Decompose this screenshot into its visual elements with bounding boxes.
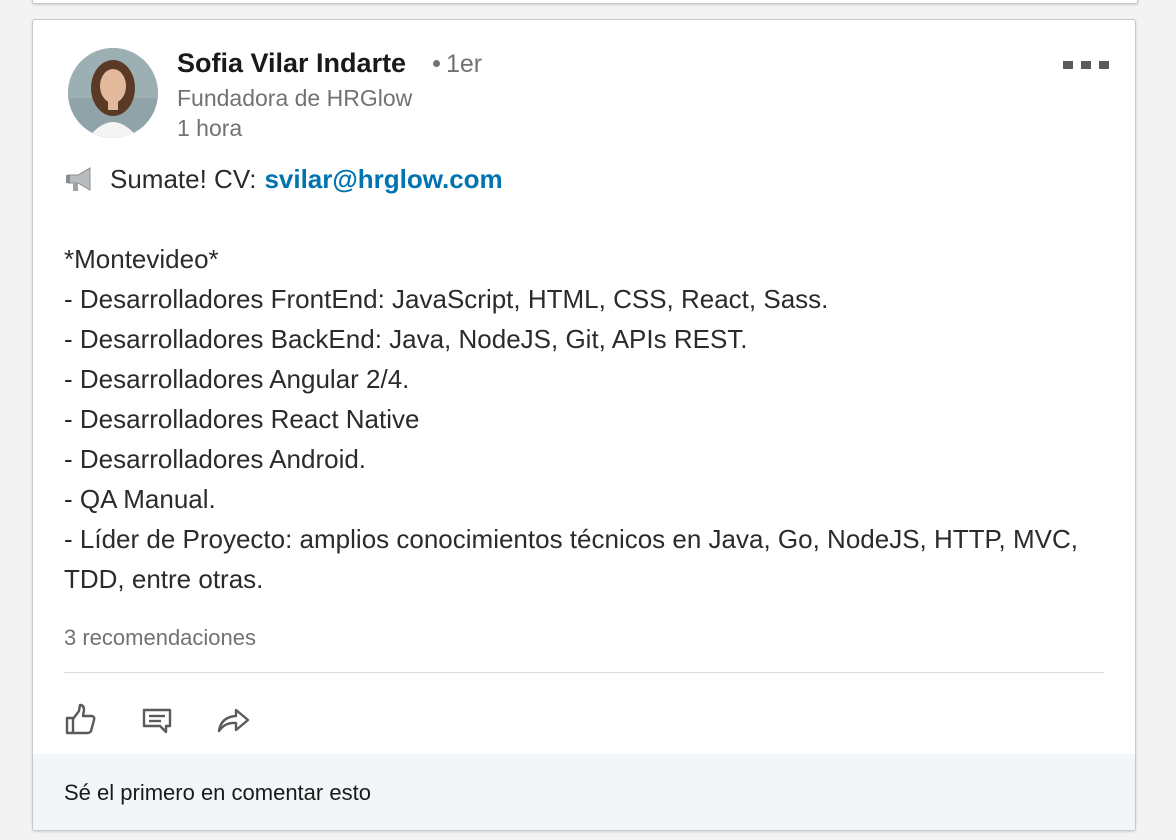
post-intro-line: Sumate! CV: svilar@hrglow.com bbox=[64, 159, 1104, 199]
previous-post-card bbox=[32, 0, 1138, 4]
more-dot bbox=[1081, 61, 1091, 69]
more-dot bbox=[1099, 61, 1109, 69]
post-line-project-lead: - Líder de Proyecto: amplios conocimient… bbox=[64, 524, 1078, 594]
post-line-qa: - QA Manual. bbox=[64, 484, 216, 514]
avatar-photo bbox=[68, 48, 158, 138]
email-link[interactable]: svilar@hrglow.com bbox=[264, 159, 502, 199]
author-headline: Fundadora de HRGlow bbox=[177, 85, 413, 111]
more-options-button[interactable] bbox=[1063, 56, 1109, 74]
post-line-android: - Desarrolladores Android. bbox=[64, 444, 367, 474]
share-button[interactable] bbox=[215, 702, 251, 738]
share-icon bbox=[217, 708, 250, 733]
comment-icon bbox=[142, 708, 172, 734]
comment-prompt[interactable]: Sé el primero en comentar esto bbox=[64, 780, 371, 806]
post-line-frontend: - Desarrolladores FrontEnd: JavaScript, … bbox=[64, 284, 829, 314]
post-line-angular: - Desarrolladores Angular 2/4. bbox=[64, 364, 410, 394]
recommendations-count[interactable]: 3 recomendaciones bbox=[64, 625, 256, 651]
bullet-dot bbox=[433, 59, 440, 67]
megaphone-icon bbox=[66, 167, 91, 191]
author-name[interactable]: Sofia Vilar Indarte bbox=[177, 48, 406, 79]
comments-section: Sé el primero en comentar esto bbox=[33, 754, 1135, 830]
post-intro-text: Sumate! CV: bbox=[110, 164, 257, 194]
like-button[interactable] bbox=[63, 702, 99, 738]
divider bbox=[64, 672, 1104, 673]
comment-button[interactable] bbox=[139, 702, 175, 738]
connection-degree-label: 1er bbox=[446, 50, 483, 78]
connection-degree: 1er bbox=[433, 50, 482, 79]
post-line-city: *Montevideo* bbox=[64, 244, 219, 274]
thumbs-up-icon bbox=[65, 703, 96, 735]
post-timestamp: 1 hora bbox=[177, 115, 243, 141]
more-horizontal-icon bbox=[1063, 61, 1073, 69]
avatar[interactable] bbox=[68, 48, 158, 138]
feed-post-card: Sofia Vilar Indarte 1er Fundadora de HRG… bbox=[32, 19, 1136, 831]
post-line-react-native: - Desarrolladores React Native bbox=[64, 404, 420, 434]
post-line-backend: - Desarrolladores BackEnd: Java, NodeJS,… bbox=[64, 324, 748, 354]
post-body: Sumate! CV: svilar@hrglow.com *Montevide… bbox=[64, 159, 1104, 599]
